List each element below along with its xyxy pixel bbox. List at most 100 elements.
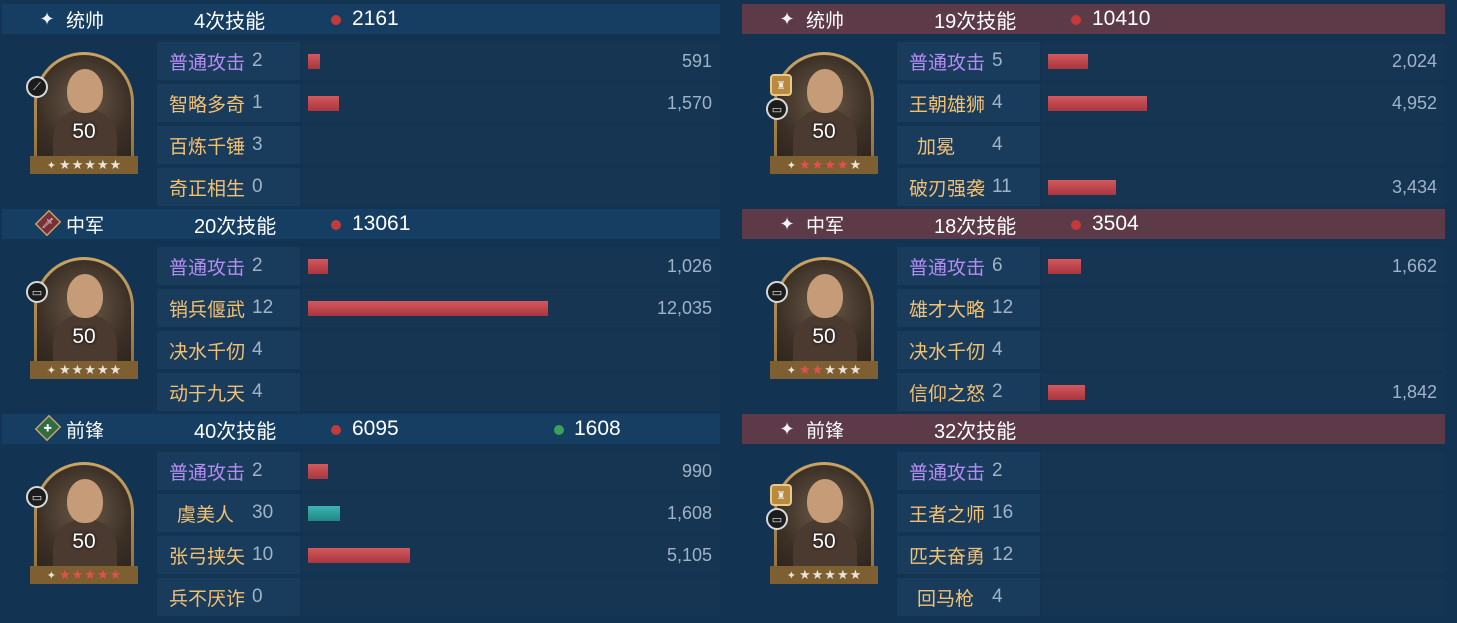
skill-row[interactable]: 王朝雄狮 4 4,952 [897, 82, 1445, 124]
skill-row[interactable]: 百炼千锤 3 [157, 124, 720, 166]
skill-cast-count: 18次技能 [934, 215, 1017, 238]
skill-name: 兵不厌诈 [169, 588, 246, 610]
skill-row[interactable]: 信仰之怒 2 1,842 [897, 371, 1445, 413]
sparkle-icon: ✦ [779, 418, 795, 439]
star-rating: ✦ ★ ★ ★ ★ ★ [770, 566, 878, 584]
skill-trigger-count: 6 [992, 255, 1003, 276]
skill-trigger-count: 4 [252, 381, 263, 402]
skill-row[interactable]: 销兵偃武 12 12,035 [157, 287, 720, 329]
skill-bar-cell [1042, 289, 1445, 327]
skill-name: 王者之师 [909, 504, 986, 526]
skill-bar-cell [1042, 126, 1445, 164]
skill-name: 王朝雄狮 [909, 94, 986, 116]
skill-list: 普通攻击 5 2,024 王朝雄狮 4 4,952 加冕 4 破刃强袭 11 3,434 [897, 40, 1445, 208]
skill-name-cell: 破刃强袭 11 [897, 168, 1040, 206]
skill-value: 591 [681, 50, 712, 71]
star-icon: ★ [824, 157, 836, 172]
role-name: 前锋 [66, 420, 105, 442]
skill-row[interactable]: 兵不厌诈 0 [157, 576, 720, 618]
skill-row[interactable]: 雄才大略 12 [897, 287, 1445, 329]
skill-bar-cell [302, 126, 720, 164]
skill-row[interactable]: 决水千仞 4 [157, 329, 720, 371]
star-icon: ★ [836, 157, 849, 172]
skill-row[interactable]: 动于九天 4 [157, 371, 720, 413]
troop-type-icon: ⟋ [26, 76, 48, 98]
skill-name-cell: 决水千仞 4 [897, 331, 1040, 369]
skill-name-cell: 普通攻击 2 [157, 42, 300, 80]
skill-name-cell: 普通攻击 5 [897, 42, 1040, 80]
rank-badge-icon: ♜ [770, 74, 792, 96]
skill-row[interactable]: 决水千仞 4 [897, 329, 1445, 371]
star-icon: ★ [811, 567, 824, 582]
skill-name-cell: 王者之师 16 [897, 494, 1040, 532]
general-portrait[interactable]: 50 ✦ ★ ★ ★ ★ ★ ⟋ [26, 52, 138, 184]
skill-list: 普通攻击 2 591 智略多奇 1 1,570 百炼千锤 3 奇正相生 0 [157, 40, 720, 208]
skill-row[interactable]: 普通攻击 2 1,026 [157, 245, 720, 287]
general-portrait[interactable]: 50 ✦ ★ ★ ★ ★ ★ ▭ [766, 257, 878, 389]
general-level: 50 [72, 325, 96, 348]
skill-name-cell: 动于九天 4 [157, 373, 300, 411]
portrait-image [777, 55, 871, 171]
troop-type-icon: ▭ [26, 281, 48, 303]
skill-name: 决水千仞 [909, 341, 986, 363]
skill-row[interactable]: 加冕 4 [897, 124, 1445, 166]
skill-name-cell: 兵不厌诈 0 [157, 578, 300, 616]
skill-value: 1,026 [666, 255, 712, 276]
skill-name-cell: 销兵偃武 12 [157, 289, 300, 327]
skill-row[interactable]: 张弓挟矢 10 5,105 [157, 534, 720, 576]
skill-name-cell: 智略多奇 1 [157, 84, 300, 122]
skill-row[interactable]: 智略多奇 1 1,570 [157, 82, 720, 124]
portrait-face [67, 479, 103, 523]
skill-name-cell: 普通攻击 2 [897, 452, 1040, 490]
star-icon: ★ [84, 157, 96, 172]
star-icon: ★ [84, 362, 96, 377]
general-portrait[interactable]: 50 ✦ ★ ★ ★ ★ ★ ♜ ▭ [766, 52, 878, 184]
skill-row[interactable]: 破刃强袭 11 3,434 [897, 166, 1445, 208]
general-portrait[interactable]: 50 ✦ ★ ★ ★ ★ ★ ▭ [26, 257, 138, 389]
skill-bar-cell: 2,024 [1042, 42, 1445, 80]
skill-row[interactable]: 回马枪 4 [897, 576, 1445, 618]
skill-row[interactable]: 匹夫奋勇 12 [897, 534, 1445, 576]
star-icon: ★ [798, 157, 811, 172]
skill-trigger-count: 0 [252, 586, 263, 607]
star-icon: ★ [71, 362, 84, 377]
skill-name: 普通攻击 [169, 462, 246, 484]
total-damage: 13061 [352, 212, 411, 235]
skill-name-cell: 加冕 4 [897, 126, 1040, 164]
damage-dot-icon [1071, 220, 1081, 230]
portrait-image [37, 55, 131, 171]
skill-row[interactable]: 普通攻击 6 1,662 [897, 245, 1445, 287]
role-name: 中军 [806, 215, 845, 237]
general-level: 50 [72, 530, 96, 553]
skill-row[interactable]: 普通攻击 2 990 [157, 450, 720, 492]
star-icon: ★ [58, 157, 71, 172]
damage-bar [1048, 385, 1085, 400]
skill-list: 普通攻击 2 王者之师 16 匹夫奋勇 12 回马枪 4 [897, 450, 1445, 618]
skill-bar-cell [1042, 452, 1445, 490]
star-icon: ★ [849, 567, 862, 582]
skill-row[interactable]: 王者之师 16 [897, 492, 1445, 534]
skill-row[interactable]: 奇正相生 0 [157, 166, 720, 208]
skill-trigger-count: 11 [992, 176, 1012, 197]
skill-row[interactable]: 普通攻击 5 2,024 [897, 40, 1445, 82]
damage-bar [308, 464, 328, 479]
general-portrait[interactable]: 50 ✦ ★ ★ ★ ★ ★ ♜ ▭ [766, 462, 878, 594]
skill-row[interactable]: 普通攻击 2 591 [157, 40, 720, 82]
skill-row[interactable]: 普通攻击 2 [897, 450, 1445, 492]
star-icon: ★ [824, 567, 836, 582]
star-rating: ✦ ★ ★ ★ ★ ★ [30, 566, 138, 584]
skill-trigger-count: 0 [252, 176, 263, 197]
skill-trigger-count: 2 [252, 255, 263, 276]
skill-row[interactable]: 虞美人 30 1,608 [157, 492, 720, 534]
star-icon: ★ [96, 157, 109, 172]
skill-list: 普通攻击 6 1,662 雄才大略 12 决水千仞 4 信仰之怒 2 1,842 [897, 245, 1445, 413]
rank-icon: ✦ [786, 159, 796, 172]
portrait-face [807, 479, 843, 523]
portrait-face [67, 69, 103, 113]
star-rating: ✦ ★ ★ ★ ★ ★ [770, 361, 878, 379]
general-portrait[interactable]: 50 ✦ ★ ★ ★ ★ ★ ▭ [26, 462, 138, 594]
skill-bar-cell [1042, 494, 1445, 532]
skill-value: 2,024 [1391, 50, 1437, 71]
skill-name: 普通攻击 [169, 257, 246, 279]
damage-bar [308, 301, 548, 316]
